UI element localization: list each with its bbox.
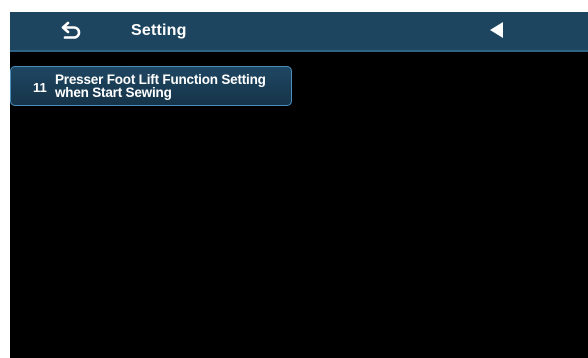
setting-item-label-line2: when Start Sewing — [55, 85, 172, 100]
header-bar: Setting — [10, 12, 588, 52]
triangle-left-icon — [487, 20, 507, 45]
prev-page-button[interactable] — [482, 20, 512, 44]
device-screen: Setting 11 Presser Foot Lift Function Se… — [10, 12, 588, 358]
setting-item-number: 11 — [33, 79, 47, 95]
setting-item-11[interactable]: 11 Presser Foot Lift Function Setting wh… — [10, 66, 292, 106]
back-arrow-icon — [59, 20, 83, 45]
back-button[interactable] — [54, 19, 88, 45]
page-title: Setting — [131, 22, 187, 39]
setting-item-label: Presser Foot Lift Function Setting when … — [55, 73, 266, 100]
